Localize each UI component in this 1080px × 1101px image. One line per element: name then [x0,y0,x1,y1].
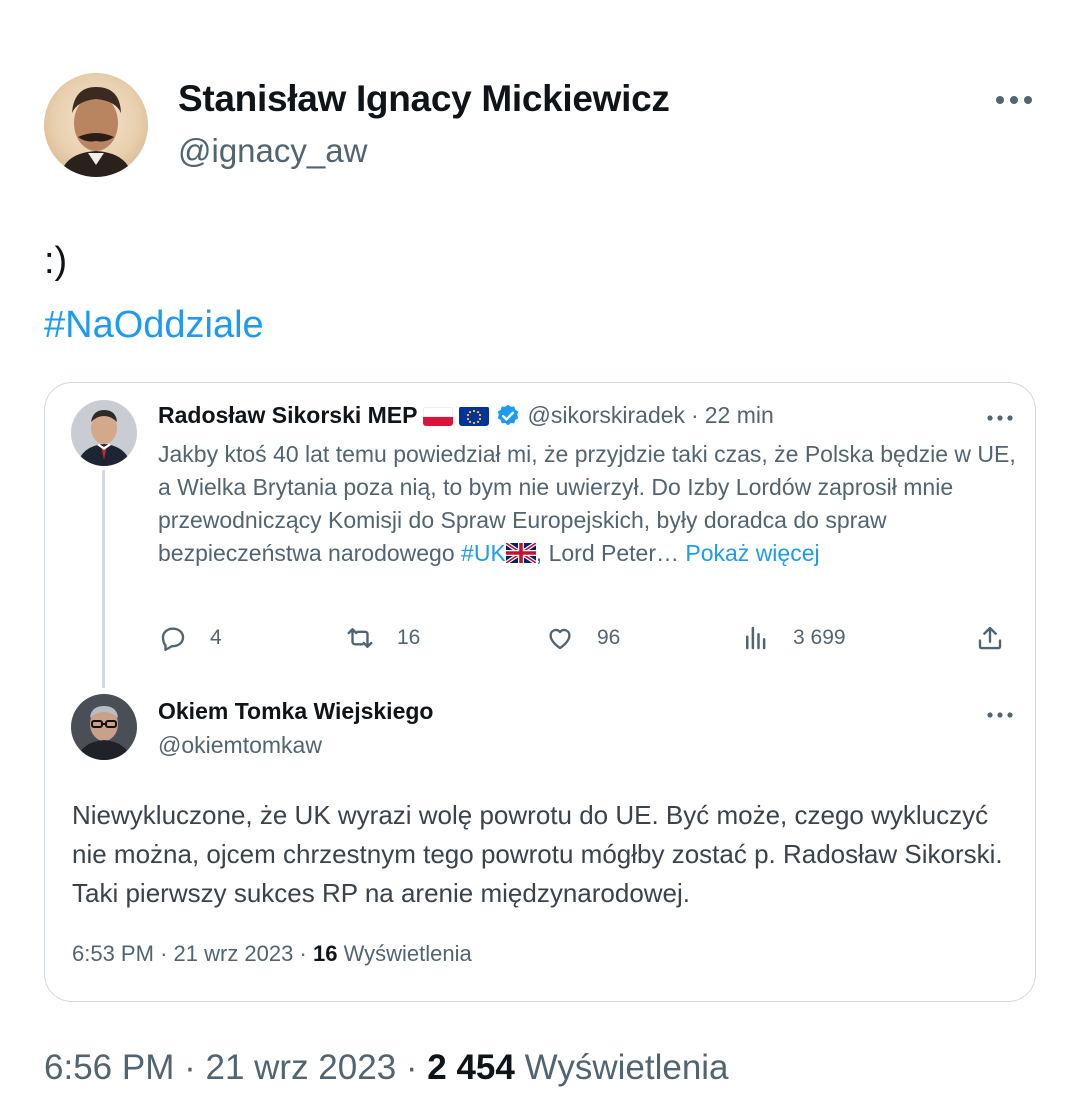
eu-flag-icon [459,406,490,426]
more-options-icon[interactable] [992,88,1036,112]
separator-dot: · [184,1048,196,1087]
show-more-link[interactable]: Pokaż więcej [685,540,819,566]
separator-dot: · [299,941,307,966]
like-button[interactable]: 96 [545,623,620,653]
uk-hashtag-link[interactable]: #UK [461,540,506,566]
like-count: 96 [597,626,621,649]
separator-dot: · [405,1048,418,1087]
second-tweet-time[interactable]: 6:53 PM [72,941,154,966]
retweet-count: 16 [397,626,421,649]
second-views-label: Wyświetlenia [343,941,472,966]
heart-icon [549,628,571,650]
uk-flag-icon [504,539,537,565]
views-button[interactable]: 3 699 [741,623,846,653]
quoted-author-name[interactable]: Radosław Sikorski MEP [158,402,417,429]
tweet-actions-bar: 4 16 96 3 699 [158,623,1018,659]
tweet-text-line: :) [44,240,68,282]
tweet-date[interactable]: 21 wrz 2023 [205,1048,396,1087]
second-views-count: 16 [312,941,338,966]
tweet-views-count[interactable]: 2 454 [427,1048,515,1087]
second-author-avatar[interactable] [71,694,137,760]
tweet-time[interactable]: 6:56 PM [44,1048,174,1087]
quoted-author-avatar[interactable] [71,400,137,466]
second-tweet-date[interactable]: 21 wrz 2023 [174,941,294,966]
share-button[interactable] [975,623,1027,653]
tweet-text: :) #NaOddziale [44,236,264,350]
share-icon [978,626,1002,650]
second-tweet-meta: 6:53 PM · 21 wrz 2023 · 16 Wyświetlenia [72,941,472,967]
quoted-tweet-text: Jakby ktoś 40 lat temu powiedział mi, że… [158,438,1028,570]
views-count: 3 699 [793,626,846,649]
second-tweet-text: Niewykluczone, że UK wyrazi wolę powrotu… [72,800,1003,908]
quoted-author-handle[interactable]: @sikorskiradek [527,402,685,429]
reply-button[interactable]: 4 [158,623,222,653]
quoted-tweet-time[interactable]: 22 min [705,402,774,429]
author-avatar[interactable] [44,73,148,177]
separator-dot: · [160,941,168,966]
retweet-icon [347,628,373,648]
thread-connector-line [102,470,105,688]
quoted-tweet-body-tail: , Lord Peter… [535,540,679,566]
reply-count: 4 [210,626,222,649]
tweet-views-label[interactable]: Wyświetlenia [525,1048,729,1087]
hashtag-link[interactable]: #NaOddziale [44,300,264,350]
tweet-meta: 6:56 PM · 21 wrz 2023 · 2 454 Wyświetlen… [44,1048,729,1088]
quoted-tweet-header: Radosław Sikorski MEP @sikorskiradek · 2… [158,402,774,429]
portrait-image [60,87,132,177]
reply-icon [161,627,185,652]
second-author-name[interactable]: Okiem Tomka Wiejskiego [158,698,433,725]
author-name[interactable]: Stanisław Ignacy Mickiewicz [178,78,670,120]
author-handle[interactable]: @ignacy_aw [178,132,367,170]
retweet-button[interactable]: 16 [345,623,420,653]
second-more-options-icon[interactable] [986,707,1014,718]
poland-flag-icon [423,406,454,426]
analytics-icon [746,626,766,650]
verified-badge-icon [495,403,521,429]
quoted-more-options-icon[interactable] [986,410,1014,421]
separator-dot: · [691,402,699,428]
second-author-handle[interactable]: @okiemtomkaw [158,732,322,759]
